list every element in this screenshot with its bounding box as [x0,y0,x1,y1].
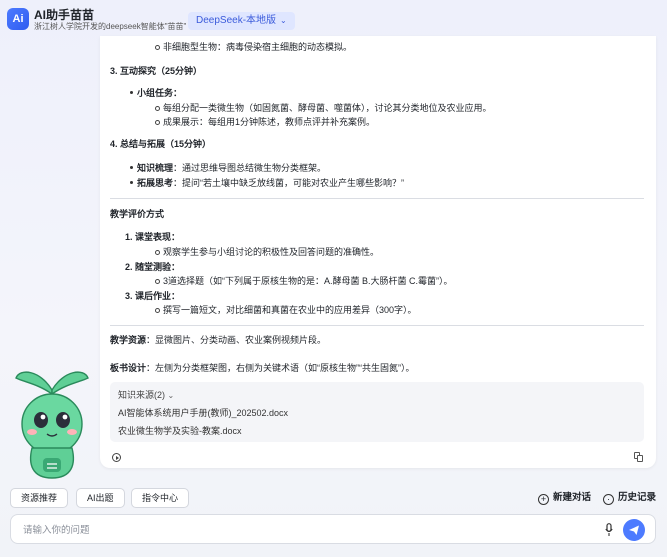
list-item: 非细胞型生物：病毒侵染宿主细胞的动态模拟。 [154,42,353,52]
copy-icon[interactable] [634,452,644,462]
send-button[interactable] [623,519,645,541]
chat-input-box [10,514,656,544]
mic-icon[interactable] [605,523,613,537]
list-item: 每组分配一类微生物（如固氮菌、酵母菌、噬菌体），讨论其分类地位及农业应用。 [155,103,492,113]
section-heading: 教学评价方式 [110,209,165,219]
knowledge-source-toggle[interactable]: 知识来源(2) ⌄ [118,388,174,401]
divider [110,325,644,326]
list-item: 观察学生参与小组讨论的积极性及回答问题的准确性。 [154,247,380,257]
list-item: 1. 课堂表现： [125,232,181,242]
divider [110,198,644,199]
list-item: 撰写一篇短文，对比细菌和真菌在农业中的应用差异（300字）。 [155,305,417,315]
list-item: 2. 随堂测验： [125,262,181,272]
ai-question-button[interactable]: AI出题 [76,488,125,508]
history-icon: · [603,494,614,505]
section-heading: 4. 总结与拓展（15分钟） [110,139,212,149]
play-icon[interactable] [112,453,121,462]
history-button[interactable]: · 历史记录 [603,491,656,505]
list-item: 成果展示：每组用1分钟陈述，教师点评并补充案例。 [154,117,376,127]
list-item: 3. 课后作业： [125,291,181,301]
list-item: 拓展思考：提问“若土壤中缺乏放线菌，可能对农业产生哪些影响？” [129,178,405,188]
list-item: 知识梳理：通过思维导图总结微生物分类框架。 [129,163,327,173]
app-subtitle: 浙江树人学院开发的deepseek智能体"苗苗" [34,22,187,31]
chevron-down-icon: ⌄ [280,16,287,25]
source-link[interactable]: AI智能体系统用户手册(教师)_202502.docx [118,406,288,419]
question-input[interactable] [23,522,583,538]
section-heading: 3. 互动探究（25分钟） [110,66,203,76]
plus-circle-icon: + [538,494,549,505]
chat-message-card: 非细胞型生物：病毒侵染宿主细胞的动态模拟。 3. 互动探究（25分钟） 小组任务… [100,36,656,468]
source-link[interactable]: 农业微生物学及实验-教案.docx [118,424,242,437]
list-item: 小组任务： [129,88,183,98]
teaching-resources: 教学资源：显微图片、分类动画、农业案例视频片段。 [110,335,327,345]
chevron-down-icon: ⌄ [167,391,175,400]
new-chat-button[interactable]: + 新建对话 [538,491,591,505]
app-header: Ai AI助手苗苗 浙江树人学院开发的deepseek智能体"苗苗" DeepS… [0,0,667,36]
knowledge-source-panel: 知识来源(2) ⌄ AI智能体系统用户手册(教师)_202502.docx 农业… [110,382,644,442]
mascot-illustration [15,371,89,479]
send-icon [629,525,639,535]
command-center-button[interactable]: 指令中心 [131,488,190,508]
logo-icon: Ai [7,8,29,30]
resource-recommend-button[interactable]: 资源推荐 [10,488,69,508]
list-item: 3道选择题（如“下列属于原核生物的是：A.酵母菌 B.大肠杆菌 C.霉菌”）。 [155,276,453,286]
board-design: 板书设计：左侧为分类框架图，右侧为关键术语（如“原核生物”“共生固氮”）。 [110,363,415,373]
model-select-label: DeepSeek-本地版 [196,15,277,26]
model-select[interactable]: DeepSeek-本地版 ⌄ [188,12,295,30]
